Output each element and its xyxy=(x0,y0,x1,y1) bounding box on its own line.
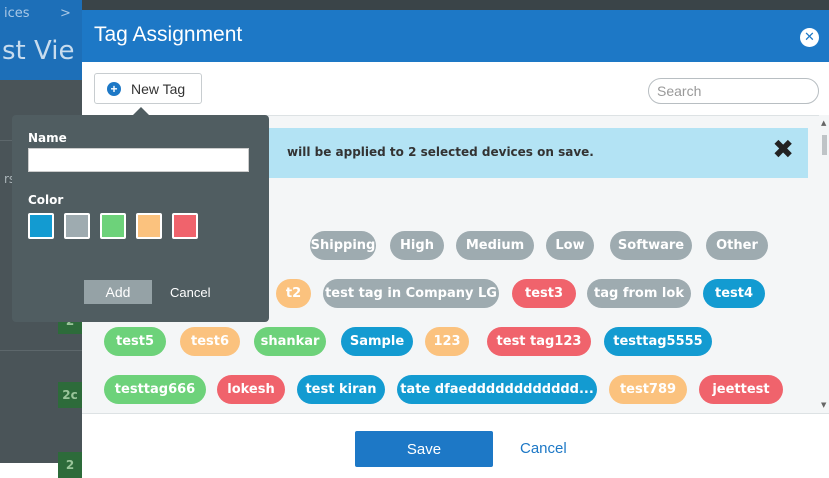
tag-chip[interactable]: testtag5555 xyxy=(604,327,712,356)
tag-chip[interactable]: 123 xyxy=(425,327,469,356)
scrollbar[interactable]: ▲ ▼ xyxy=(819,115,829,413)
color-swatch[interactable] xyxy=(136,213,162,239)
name-label: Name xyxy=(28,131,67,145)
info-banner-text: will be applied to 2 selected devices on… xyxy=(287,145,594,159)
tag-chip[interactable]: jeettest xyxy=(699,375,783,404)
scroll-up-icon[interactable]: ▲ xyxy=(821,119,826,127)
tag-chip[interactable]: Sample xyxy=(341,327,413,356)
color-swatch[interactable] xyxy=(28,213,54,239)
new-tag-button[interactable]: + New Tag xyxy=(94,73,202,104)
close-icon[interactable]: ✕ xyxy=(800,28,819,47)
tag-chip[interactable]: Software xyxy=(610,231,692,260)
modal-footer: Save Cancel xyxy=(82,413,829,467)
breadcrumb-arrow-icon: > xyxy=(60,6,71,21)
tag-chip[interactable]: test tag123 xyxy=(487,327,591,356)
background-row-divider xyxy=(0,350,82,351)
tag-chip[interactable]: testtag666 xyxy=(104,375,206,404)
background-page-title: st Vie xyxy=(2,36,75,66)
new-tag-popover: Name Color Add Cancel xyxy=(12,115,269,322)
color-swatch[interactable] xyxy=(172,213,198,239)
modal-header: Tag Assignment ✕ xyxy=(82,10,829,62)
tag-chip[interactable]: lokesh xyxy=(217,375,285,404)
tag-chip[interactable]: test3 xyxy=(512,279,576,308)
add-button[interactable]: Add xyxy=(84,280,152,304)
scroll-down-icon[interactable]: ▼ xyxy=(821,401,826,409)
tag-chip[interactable]: shankar xyxy=(254,327,326,356)
search-input[interactable] xyxy=(648,78,819,104)
tag-chip[interactable]: Shipping xyxy=(310,231,376,260)
background-badge: 2 xyxy=(58,452,82,478)
color-label: Color xyxy=(28,193,64,207)
background-breadcrumb: ices xyxy=(4,6,30,21)
scroll-thumb[interactable] xyxy=(822,135,827,155)
color-swatch[interactable] xyxy=(100,213,126,239)
tag-chip[interactable]: test tag in Company LG xyxy=(323,279,499,308)
tag-chip[interactable]: test6 xyxy=(180,327,240,356)
tag-chip[interactable]: Medium xyxy=(456,231,534,260)
tag-chip[interactable]: Other xyxy=(706,231,768,260)
tag-name-input[interactable] xyxy=(28,148,249,172)
tag-chip[interactable]: test kiran xyxy=(297,375,385,404)
tag-chip[interactable]: High xyxy=(390,231,444,260)
modal-title: Tag Assignment xyxy=(94,23,243,46)
tag-chip[interactable]: tate dfaedddddddddddd... xyxy=(397,375,597,404)
background-badge: 2c xyxy=(58,382,82,408)
color-swatch[interactable] xyxy=(64,213,90,239)
modal-toolbar: + New Tag xyxy=(82,62,829,115)
tag-chip[interactable]: test789 xyxy=(609,375,687,404)
tag-chip[interactable]: test4 xyxy=(703,279,765,308)
close-banner-icon[interactable]: ✖ xyxy=(772,137,794,163)
tag-chip[interactable]: test5 xyxy=(104,327,166,356)
plus-circle-icon: + xyxy=(107,81,121,96)
cancel-link[interactable]: Cancel xyxy=(520,440,567,457)
background-header: ices > st Vie xyxy=(0,0,82,80)
tag-chip[interactable]: Low xyxy=(546,231,594,260)
popover-cancel-link[interactable]: Cancel xyxy=(170,285,210,300)
tag-chip[interactable]: tag from lok xyxy=(587,279,691,308)
save-button[interactable]: Save xyxy=(355,431,493,467)
new-tag-label: New Tag xyxy=(131,80,186,97)
tag-chip[interactable]: t2 xyxy=(276,279,311,308)
